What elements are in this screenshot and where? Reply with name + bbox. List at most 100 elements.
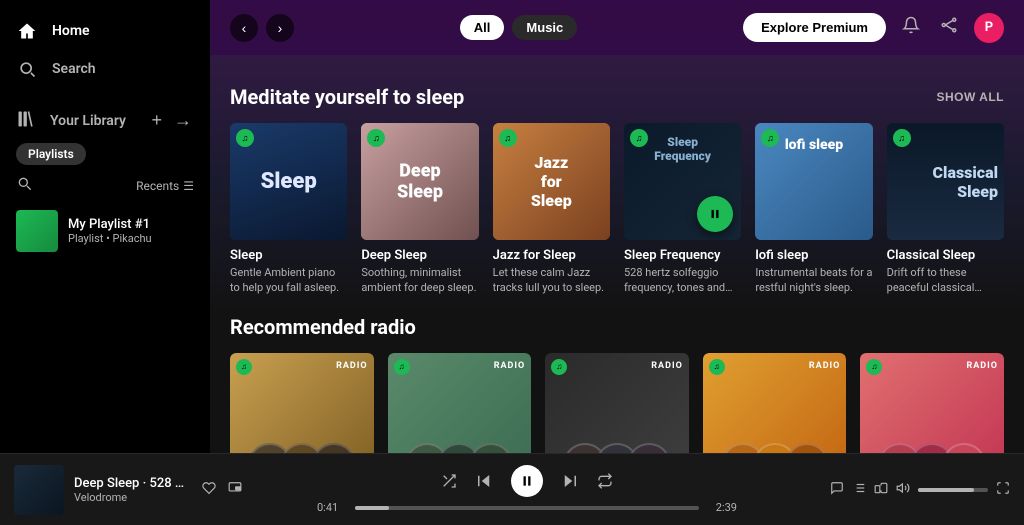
- repeat-button[interactable]: [597, 473, 613, 489]
- spotify-badge: ♫: [236, 129, 254, 147]
- card-title: Sleep Frequency: [624, 248, 741, 263]
- volume-fill: [918, 488, 974, 492]
- card-jazz-sleep[interactable]: Jazz forSleep ♫ Jazz for Sleep Let these…: [493, 123, 610, 295]
- radio-card-saari[interactable]: ♫ RADIO Saari Duniya Jalaa Denge: [703, 353, 847, 453]
- add-library-button[interactable]: +: [149, 108, 164, 133]
- user-avatar[interactable]: P: [974, 13, 1004, 43]
- search-library-row: Recents ☰: [16, 175, 194, 196]
- radio-thumb-filhaal: ♫ RADIO: [860, 353, 1004, 453]
- fullscreen-button[interactable]: [996, 481, 1010, 498]
- spotify-badge: ♫: [630, 129, 648, 147]
- playlist-name: My Playlist #1: [68, 217, 152, 232]
- card-lofi-sleep[interactable]: lofi sleep ♫ lofi sleep Instrumental bea…: [755, 123, 872, 295]
- list-icon: ☰: [183, 179, 194, 193]
- shuffle-button[interactable]: [441, 473, 457, 489]
- card-subtitle: Instrumental beats for a restful night's…: [755, 266, 872, 295]
- playlists-badge-label: Playlists: [16, 143, 86, 165]
- library-icon: [16, 109, 36, 133]
- meditate-cards-grid: Sleep ♫ Sleep Gentle Ambient piano to he…: [230, 123, 1004, 295]
- card-subtitle: Soothing, minimalist ambient for deep sl…: [361, 266, 478, 295]
- explore-premium-button[interactable]: Explore Premium: [743, 13, 886, 42]
- sidebar-item-search[interactable]: Search: [16, 50, 194, 88]
- radio-section-header: Recommended radio: [230, 315, 1004, 339]
- card-title: Deep Sleep: [361, 248, 478, 263]
- np-artist: Velodrome: [74, 491, 190, 504]
- card-thumb-freq: Sleep Frequency ♫: [624, 123, 741, 240]
- time-total: 2:39: [707, 501, 737, 514]
- radio-card-snow[interactable]: ♫ RADIO The Sound of Snow: [388, 353, 532, 453]
- home-label: Home: [52, 23, 90, 39]
- radio-title: Recommended radio: [230, 315, 416, 339]
- radio-cards-grid: ♫ RADIO Warming (Mvt. 5) ♫ RADIO: [230, 353, 1004, 453]
- card-sleep-frequency[interactable]: Sleep Frequency ♫ Sleep Frequency 528 he…: [624, 123, 741, 295]
- radio-card-warming[interactable]: ♫ RADIO Warming (Mvt. 5): [230, 353, 374, 453]
- connect-button[interactable]: [936, 12, 962, 43]
- playlist-item[interactable]: My Playlist #1 Playlist • Pikachu: [16, 204, 194, 258]
- next-button[interactable]: [561, 472, 579, 490]
- play-pause-button[interactable]: [511, 465, 543, 497]
- card-thumb-jazz: Jazz forSleep ♫: [493, 123, 610, 240]
- radio-thumb-saari: ♫ RADIO: [703, 353, 847, 453]
- progress-track[interactable]: [355, 506, 699, 510]
- heart-button[interactable]: [200, 479, 218, 500]
- progress-fill: [355, 506, 389, 510]
- card-title: Classical Sleep: [887, 248, 1004, 263]
- spotify-badge: ♫: [499, 129, 517, 147]
- lyrics-button[interactable]: [830, 481, 844, 498]
- progress-bar-area: 0:41 2:39: [317, 501, 737, 514]
- playlist-thumbnail: [16, 210, 58, 252]
- now-playing-bar: Deep Sleep · 528 Hz Velodrome: [0, 453, 1024, 525]
- np-icons: [200, 479, 244, 500]
- forward-button[interactable]: ›: [266, 14, 294, 42]
- playlists-filter-badge[interactable]: Playlists: [16, 143, 194, 175]
- back-button[interactable]: ‹: [230, 14, 258, 42]
- card-thumb-deep-sleep: DeepSleep ♫: [361, 123, 478, 240]
- header-right: Explore Premium P: [743, 12, 1004, 43]
- library-title[interactable]: Your Library: [16, 109, 126, 133]
- search-label: Search: [52, 61, 96, 77]
- spotify-badge: ♫: [893, 129, 911, 147]
- radio-thumb-warming: ♫ RADIO: [230, 353, 374, 453]
- card-subtitle: 528 hertz solfeggio frequency, tones and…: [624, 266, 741, 295]
- card-sleep[interactable]: Sleep ♫ Sleep Gentle Ambient piano to he…: [230, 123, 347, 295]
- meditate-section-header: Meditate yourself to sleep Show all: [230, 85, 1004, 109]
- player-center: 0:41 2:39: [244, 465, 810, 514]
- radio-card-filhaal[interactable]: ♫ RADIO Filhaal: [860, 353, 1004, 453]
- library-actions: + →: [149, 108, 194, 133]
- card-subtitle: Drift off to these peaceful classical me…: [887, 266, 1004, 295]
- sidebar-nav: Home Search: [0, 0, 210, 100]
- card-deep-sleep[interactable]: DeepSleep ♫ Deep Sleep Soothing, minimal…: [361, 123, 478, 295]
- now-playing-thumbnail: [14, 465, 64, 515]
- volume-button[interactable]: [896, 481, 910, 498]
- radio-thumb-baap: ♫ RADIO: [545, 353, 689, 453]
- volume-track[interactable]: [918, 488, 988, 492]
- filter-pills: All Music: [460, 15, 577, 40]
- filter-all[interactable]: All: [460, 15, 505, 40]
- radio-card-baap[interactable]: ♫ RADIO Baap: [545, 353, 689, 453]
- notifications-button[interactable]: [898, 12, 924, 43]
- filter-music[interactable]: Music: [512, 15, 577, 40]
- show-all-button[interactable]: Show all: [936, 90, 1004, 104]
- pip-button[interactable]: [226, 479, 244, 500]
- time-current: 0:41: [317, 501, 347, 514]
- connect-device-button[interactable]: [874, 481, 888, 498]
- now-playing-info: Deep Sleep · 528 Hz Velodrome: [74, 476, 190, 504]
- card-classical-sleep[interactable]: ClassicalSleep ♫ Classical Sleep Drift o…: [887, 123, 1004, 295]
- card-title: Jazz for Sleep: [493, 248, 610, 263]
- card-thumb-classical: ClassicalSleep ♫: [887, 123, 1004, 240]
- player-controls: [441, 465, 613, 497]
- prev-button[interactable]: [475, 472, 493, 490]
- meditate-title: Meditate yourself to sleep: [230, 85, 464, 109]
- player-right: [810, 481, 1010, 498]
- recents-label[interactable]: Recents ☰: [136, 179, 194, 193]
- np-title: Deep Sleep · 528 Hz: [74, 476, 190, 491]
- card-thumb-sleep: Sleep ♫: [230, 123, 347, 240]
- sidebar-item-home[interactable]: Home: [16, 12, 194, 50]
- main-content: ‹ › All Music Explore Premium P: [210, 0, 1024, 453]
- expand-library-button[interactable]: →: [172, 108, 194, 133]
- queue-button[interactable]: [852, 481, 866, 498]
- playlist-sub: Playlist • Pikachu: [68, 232, 152, 245]
- nav-arrows: ‹ ›: [230, 14, 294, 42]
- search-library-button[interactable]: [16, 175, 32, 196]
- card-title: Sleep: [230, 248, 347, 263]
